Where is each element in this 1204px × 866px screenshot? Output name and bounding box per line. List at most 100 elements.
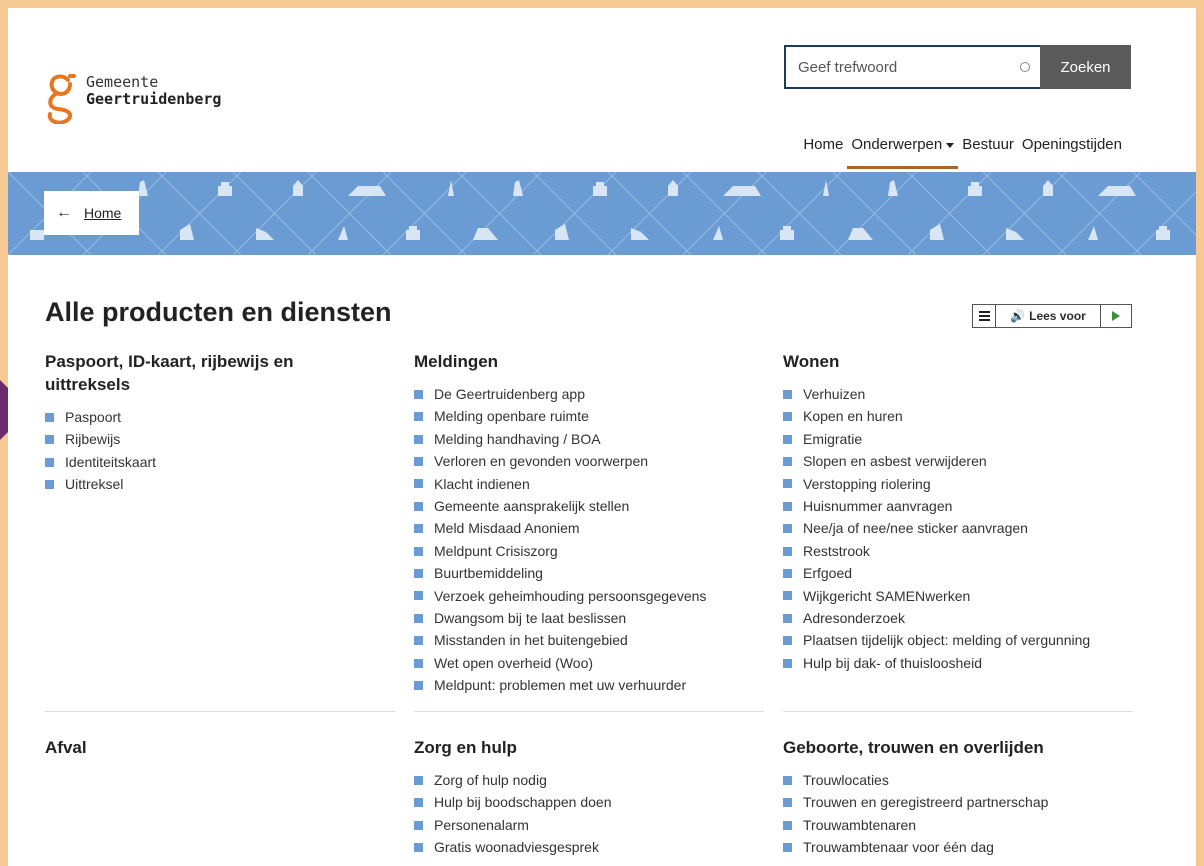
list-item-label[interactable]: Erfgoed [803,562,852,584]
list-item[interactable]: Misstanden in het buitengebied [414,629,764,651]
list-item-label[interactable]: Verstopping riolering [803,473,931,495]
link-list: De Geertruidenberg app Melding openbare r… [414,383,764,697]
bullet-square-icon [414,568,423,578]
list-item-label[interactable]: Gemeente aansprakelijk stellen [434,495,629,517]
list-item[interactable]: Meld Misdaad Anoniem [414,517,764,539]
list-item[interactable]: Adresonderzoek [783,607,1133,629]
list-item-label[interactable]: Wijkgericht SAMENwerken [803,585,970,607]
list-item-label[interactable]: Paspoort [65,406,121,428]
list-item-label[interactable]: Dwangsom bij te laat beslissen [434,607,626,629]
list-item[interactable]: Meldpunt: problemen met uw verhuurder [414,674,764,696]
list-item-label[interactable]: Nee/ja of nee/nee sticker aanvragen [803,517,1028,539]
list-item[interactable]: Verzoek geheimhouding persoonsgegevens [414,585,764,607]
list-item-label[interactable]: Slopen en asbest verwijderen [803,450,987,472]
list-item[interactable]: Huisnummer aanvragen [783,495,1133,517]
list-item-label[interactable]: Meld Misdaad Anoniem [434,517,580,539]
list-item[interactable]: Melding openbare ruimte [414,405,764,427]
list-item[interactable]: Dwangsom bij te laat beslissen [414,607,764,629]
list-item[interactable]: Rijbewijs [45,428,345,450]
search-input[interactable] [796,57,1020,77]
list-item-label[interactable]: Huisnummer aanvragen [803,495,952,517]
list-item-label[interactable]: Plaatsen tijdelijk object: melding of ve… [803,629,1090,651]
list-item-label[interactable]: Kopen en huren [803,405,903,427]
list-item[interactable]: Nee/ja of nee/nee sticker aanvragen [783,517,1133,539]
page-title: Alle producten en diensten [45,297,392,327]
list-item-label[interactable]: Melding handhaving / BOA [434,428,601,450]
list-item-label[interactable]: Meldpunt: problemen met uw verhuurder [434,674,686,696]
list-item[interactable]: Plaatsen tijdelijk object: melding of ve… [783,629,1133,651]
list-item[interactable]: Personenalarm [414,814,764,836]
main-nav: Home Onderwerpen Bestuur Openingstijden [799,136,1126,169]
nav-bestuur[interactable]: Bestuur [958,136,1018,169]
list-item[interactable]: Gemeente aansprakelijk stellen [414,495,764,517]
list-item[interactable]: De Geertruidenberg app [414,383,764,405]
list-item[interactable]: Verloren en gevonden voorwerpen [414,450,764,472]
list-item[interactable]: Hulp bij dak- of thuisloosheid [783,652,1133,674]
list-item[interactable]: Meldpunt Crisiszorg [414,540,764,562]
list-item[interactable]: Wijkgericht SAMENwerken [783,585,1133,607]
menu-icon[interactable] [973,305,996,327]
list-item-label[interactable]: Wet open overheid (Woo) [434,652,593,674]
list-item-label[interactable]: Reststrook [803,540,870,562]
search-button[interactable]: Zoeken [1040,45,1131,89]
list-item[interactable]: Emigratie [783,428,1133,450]
banner-pattern [8,172,1196,255]
list-item[interactable]: Slopen en asbest verwijderen [783,450,1133,472]
list-item[interactable]: Gratis woonadviesgesprek [414,836,764,858]
list-item-label[interactable]: Identiteitskaart [65,451,156,473]
list-item[interactable]: Identiteitskaart [45,451,345,473]
clear-icon[interactable] [1020,62,1030,72]
list-item[interactable]: Trouwambtenaar voor één dag [783,836,1133,858]
list-item-label[interactable]: Buurtbemiddeling [434,562,543,584]
list-item-label[interactable]: Hulp bij boodschappen doen [434,791,611,813]
list-item-label[interactable]: De Geertruidenberg app [434,383,585,405]
list-item[interactable]: Paspoort [45,406,345,428]
play-button[interactable] [1101,305,1131,327]
list-item-label[interactable]: Verhuizen [803,383,865,405]
list-item[interactable]: Verhuizen [783,383,1133,405]
list-item-label[interactable]: Adresonderzoek [803,607,905,629]
list-item-label[interactable]: Meldpunt Crisiszorg [434,540,558,562]
list-item-label[interactable]: Misstanden in het buitengebied [434,629,628,651]
nav-onderwerpen[interactable]: Onderwerpen [847,136,959,169]
breadcrumb[interactable]: ← Home [44,191,139,235]
list-item-label[interactable]: Uittreksel [65,473,123,495]
site-logo[interactable]: Gemeente Geertruidenberg [44,72,221,124]
list-item[interactable]: Buurtbemiddeling [414,562,764,584]
list-item[interactable]: Hulp bij boodschappen doen [414,791,764,813]
list-item-label[interactable]: Klacht indienen [434,473,530,495]
bullet-square-icon [783,775,792,785]
list-item-label[interactable]: Trouwambtenaren [803,814,916,836]
nav-home-label: Home [803,136,844,153]
list-item-label[interactable]: Emigratie [803,428,862,450]
breadcrumb-home-link[interactable]: Home [84,205,121,221]
list-item-label[interactable]: Trouwlocaties [803,769,889,791]
list-item-label[interactable]: Rijbewijs [65,428,120,450]
list-item-label[interactable]: Verloren en gevonden voorwerpen [434,450,648,472]
list-item[interactable]: Klacht indienen [414,473,764,495]
list-item[interactable]: Reststrook [783,540,1133,562]
list-item-label[interactable]: Hulp bij dak- of thuisloosheid [803,652,982,674]
list-item-label[interactable]: Melding openbare ruimte [434,405,589,427]
list-item[interactable]: Melding handhaving / BOA [414,428,764,450]
list-item-label[interactable]: Zorg of hulp nodig [434,769,547,791]
list-item[interactable]: Wet open overheid (Woo) [414,652,764,674]
nav-openingstijden[interactable]: Openingstijden [1018,136,1126,169]
list-item[interactable]: Trouwlocaties [783,769,1133,791]
list-item-label[interactable]: Verzoek geheimhouding persoonsgegevens [434,585,706,607]
nav-home[interactable]: Home [799,136,847,169]
list-item[interactable]: Trouwambtenaren [783,814,1133,836]
list-item-label[interactable]: Personenalarm [434,814,529,836]
read-aloud-button[interactable]: 🔊 Lees voor [996,305,1101,327]
list-item-label[interactable]: Trouwambtenaar voor één dag [803,836,994,858]
list-item-label[interactable]: Trouwen en geregistreerd partnerschap [803,791,1048,813]
bullet-square-icon [414,680,423,690]
bullet-square-icon [414,658,423,668]
list-item-label[interactable]: Gratis woonadviesgesprek [434,836,599,858]
list-item[interactable]: Zorg of hulp nodig [414,769,764,791]
list-item[interactable]: Kopen en huren [783,405,1133,427]
list-item[interactable]: Erfgoed [783,562,1133,584]
list-item[interactable]: Trouwen en geregistreerd partnerschap [783,791,1133,813]
list-item[interactable]: Uittreksel [45,473,345,495]
list-item[interactable]: Verstopping riolering [783,473,1133,495]
